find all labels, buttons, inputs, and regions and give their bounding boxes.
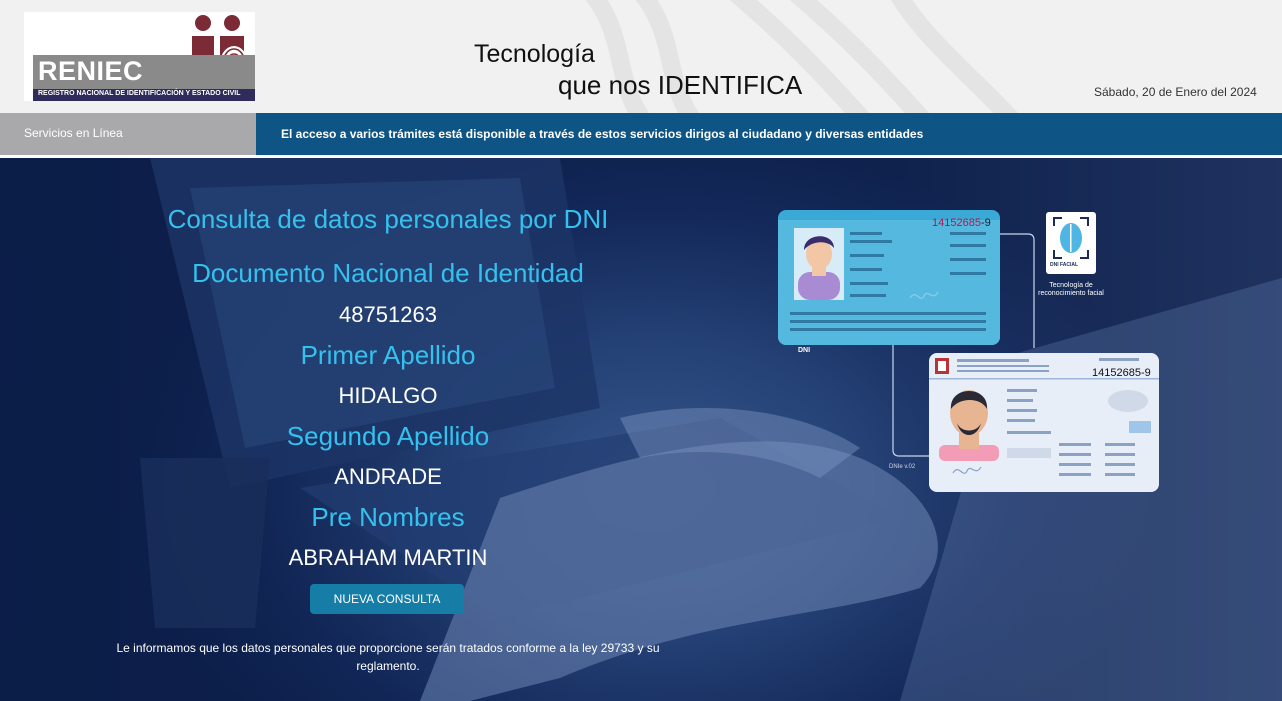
logo-subtitle: REGISTRO NACIONAL DE IDENTIFICACIÓN Y ES… (38, 90, 241, 97)
dni-card-illustration (778, 210, 1000, 345)
services-description: El acceso a varios trámites está disponi… (256, 113, 1282, 155)
facial-tag: DNI FACIAL (1050, 262, 1079, 268)
tagline-strong: IDENTIFICA (657, 70, 803, 100)
logo-text: RENIEC (38, 56, 144, 86)
face-scan-icon (1053, 217, 1089, 259)
card-a-label: DNI (798, 347, 811, 354)
tagline-line-2: que nos IDENTIFICA (558, 70, 802, 101)
card-b-number: 14152685-9 (1092, 367, 1151, 379)
dni-card-details (790, 228, 986, 331)
tagline-prefix: que nos (558, 70, 651, 100)
facial-caption: Tecnología de reconocimiento facial (1038, 282, 1104, 297)
online-services-label[interactable]: Servicios en Línea (0, 113, 256, 155)
hero-section: Consulta de datos personales por DNI Doc… (0, 158, 1282, 701)
reniec-logo[interactable]: RENIEC REGISTRO NACIONAL DE IDENTIFICACI… (24, 12, 255, 101)
card-b-label: DNIe v.02 (889, 464, 916, 470)
tagline-line-1: Tecnología (474, 40, 595, 68)
current-date: Sábado, 20 de Enero del 2024 (1094, 85, 1257, 99)
site-header: RENIEC REGISTRO NACIONAL DE IDENTIFICACI… (0, 0, 1282, 113)
card-a-number: 14152685-9 (932, 217, 991, 229)
